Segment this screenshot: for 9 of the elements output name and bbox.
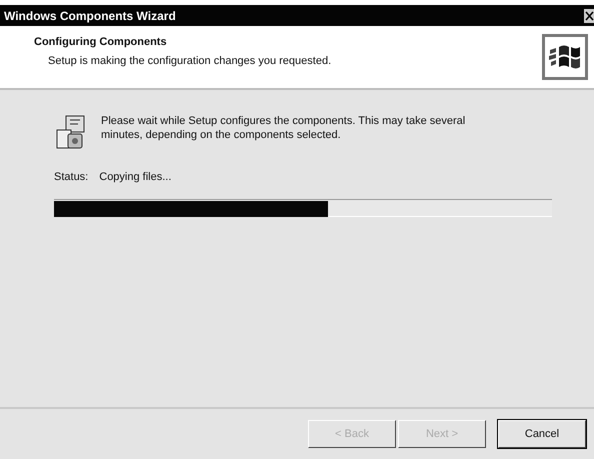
header-subtitle: Setup is making the configuration changes you requested. bbox=[47, 54, 332, 68]
close-icon[interactable] bbox=[584, 8, 594, 22]
wizard-button[interactable]: Cancel bbox=[498, 420, 586, 448]
status-label: Status: bbox=[54, 170, 88, 184]
status-value: Copying files... bbox=[99, 170, 172, 184]
info-message: Please wait while Setup configures the components. This may take several minutes, depending on the components selected. bbox=[101, 114, 466, 143]
header-title: Configuring Components bbox=[34, 35, 168, 50]
window-title: Windows Components Wizard bbox=[4, 8, 176, 24]
windows-logo-icon bbox=[542, 34, 588, 80]
